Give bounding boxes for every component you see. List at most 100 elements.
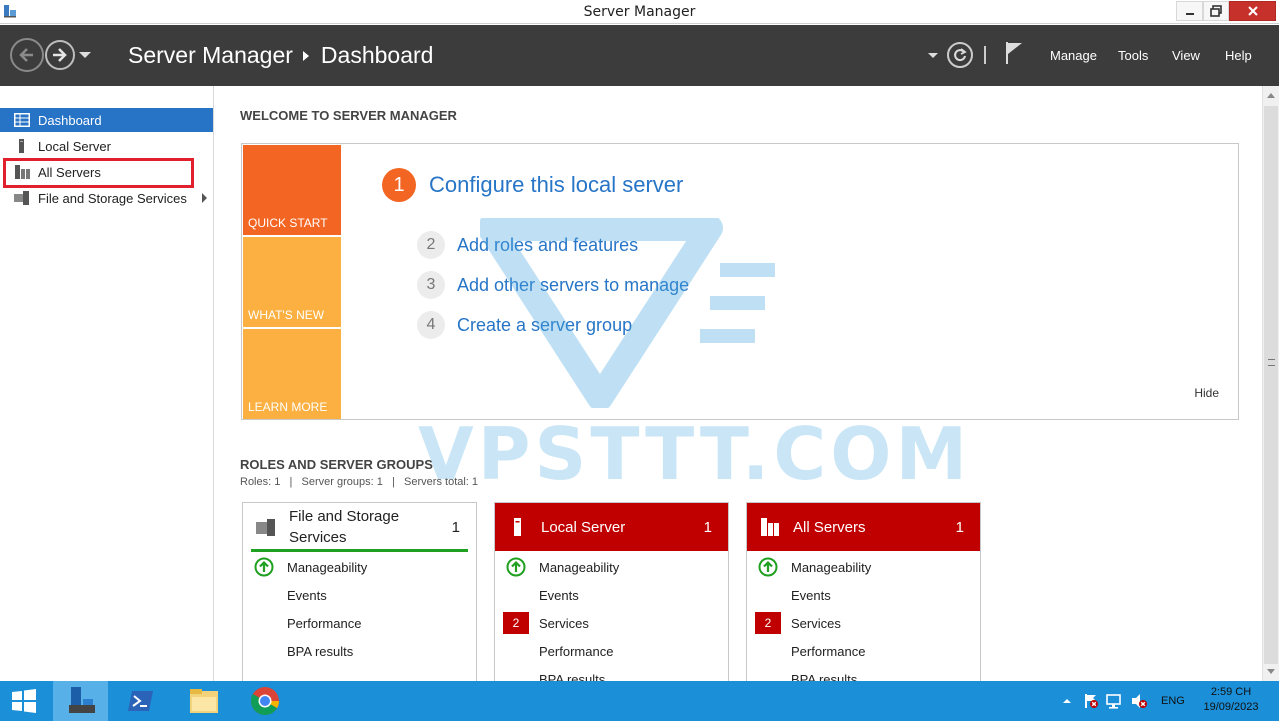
clock-time: 2:59 CH [1210, 686, 1252, 698]
row-label: Events [287, 587, 327, 603]
breadcrumb-root[interactable]: Server Manager [128, 42, 293, 69]
card-count: 1 [451, 518, 460, 536]
sidebar-item-file-storage[interactable]: File and Storage Services [0, 186, 213, 210]
status-ok-icon [251, 556, 277, 578]
minimize-icon [1185, 13, 1194, 15]
arrow-right-icon [53, 48, 67, 62]
card-row-services[interactable]: 2 Services [747, 612, 980, 634]
back-button[interactable] [10, 38, 44, 72]
card-header[interactable]: All Servers 1 [747, 503, 980, 551]
card-row-events[interactable]: Events [243, 584, 476, 606]
status-blank [503, 584, 529, 606]
card-row-performance[interactable]: Performance [495, 640, 728, 662]
card-row-bpa[interactable]: BPA results [495, 668, 728, 682]
row-label: Manageability [791, 559, 872, 575]
card-header[interactable]: File and Storage Services 1 [243, 503, 476, 551]
card-row-services[interactable]: 2 Services [495, 612, 728, 634]
menu-help[interactable]: Help [1225, 48, 1252, 63]
card-row-events[interactable]: Events [495, 584, 728, 606]
sidebar-item-dashboard[interactable]: Dashboard [0, 108, 213, 132]
minimize-button[interactable] [1176, 1, 1203, 21]
scroll-down-icon[interactable] [1267, 669, 1275, 674]
tray-volume[interactable] [1130, 681, 1148, 721]
row-label: Performance [539, 643, 614, 659]
breadcrumb-separator-icon [302, 50, 309, 61]
expand-arrow-icon[interactable] [202, 193, 207, 203]
file-storage-icon [14, 191, 29, 205]
status-blank [251, 612, 277, 634]
row-label: Performance [791, 643, 866, 659]
restore-icon [1210, 5, 1222, 17]
tray-network[interactable] [1106, 681, 1124, 721]
tray-clock[interactable]: 2:59 CH 19/09/2023 [1196, 685, 1266, 715]
local-server-icon [514, 518, 521, 536]
tray-action-center[interactable] [1083, 681, 1099, 721]
highlight-annotation [3, 158, 194, 188]
folder-icon [190, 689, 218, 713]
card-row-manageability[interactable]: Manageability [243, 556, 476, 578]
breadcrumb-current: Dashboard [320, 42, 434, 68]
role-card-all-servers[interactable]: All Servers 1 Manageability Events 2 Ser… [746, 502, 981, 681]
menu-tools[interactable]: Tools [1118, 48, 1148, 63]
vertical-scrollbar[interactable] [1262, 86, 1279, 681]
step-number: 3 [417, 271, 445, 299]
taskbar-file-explorer[interactable] [180, 681, 228, 721]
header-dropdown-icon[interactable] [928, 53, 938, 58]
sidebar-item-label: Dashboard [38, 112, 102, 128]
taskbar-chrome[interactable] [241, 681, 289, 721]
row-label: Events [791, 587, 831, 603]
status-ok-icon [755, 556, 781, 578]
window-title: Server Manager [583, 4, 696, 20]
status-blank [251, 584, 277, 606]
card-row-performance[interactable]: Performance [747, 640, 980, 662]
watermark-text: VPSTTT.COM [418, 412, 972, 496]
close-button[interactable] [1229, 1, 1276, 21]
tile-whats-new[interactable]: WHAT'S NEW [243, 237, 341, 327]
forward-button[interactable] [45, 40, 75, 70]
taskbar-server-manager[interactable] [53, 681, 108, 721]
row-label: Performance [287, 615, 362, 631]
windows-logo-icon [12, 689, 36, 713]
role-card-file-storage[interactable]: File and Storage Services 1 Manageabilit… [242, 502, 477, 681]
step-configure-local-server[interactable]: 1 Configure this local server [382, 168, 683, 202]
card-row-bpa[interactable]: BPA results [747, 668, 980, 682]
tile-quick-start[interactable]: QUICK START [243, 145, 341, 235]
start-button[interactable] [0, 681, 48, 721]
tray-overflow-button[interactable] [1062, 681, 1072, 721]
menu-view[interactable]: View [1172, 48, 1200, 63]
row-label: BPA results [539, 671, 606, 682]
card-count: 1 [703, 518, 712, 536]
status-ok-bar [251, 549, 468, 552]
history-dropdown-icon[interactable] [79, 52, 91, 58]
card-row-performance[interactable]: Performance [243, 612, 476, 634]
hide-link[interactable]: Hide [1194, 386, 1219, 400]
card-row-manageability[interactable]: Manageability [495, 556, 728, 578]
restore-button[interactable] [1203, 1, 1229, 21]
notifications-flag-icon[interactable] [1004, 41, 1024, 65]
sidebar-item-local-server[interactable]: Local Server [0, 134, 213, 158]
card-row-manageability[interactable]: Manageability [747, 556, 980, 578]
step-link[interactable]: Configure this local server [429, 172, 683, 198]
tile-learn-more[interactable]: LEARN MORE [243, 329, 341, 419]
card-row-events[interactable]: Events [747, 584, 980, 606]
status-blank [755, 640, 781, 662]
status-blank [503, 640, 529, 662]
close-icon [1247, 6, 1258, 16]
status-blank [755, 584, 781, 606]
row-label: Manageability [539, 559, 620, 575]
grip-icon [1268, 359, 1275, 366]
card-row-bpa[interactable]: BPA results [243, 640, 476, 662]
menu-manage[interactable]: Manage [1050, 48, 1097, 63]
taskbar-powershell[interactable] [117, 681, 165, 721]
tray-input-language[interactable]: ENG [1161, 681, 1185, 721]
refresh-button[interactable] [947, 42, 973, 68]
dashboard-icon [14, 113, 30, 127]
row-label: BPA results [791, 671, 858, 682]
welcome-heading: WELCOME TO SERVER MANAGER [240, 108, 457, 123]
roles-heading: ROLES AND SERVER GROUPS [240, 457, 433, 472]
card-header[interactable]: Local Server 1 [495, 503, 728, 551]
role-card-local-server[interactable]: Local Server 1 Manageability Events 2 Se… [494, 502, 729, 681]
scroll-up-icon[interactable] [1267, 93, 1275, 98]
scrollbar-thumb[interactable] [1264, 106, 1278, 664]
card-count: 1 [955, 518, 964, 536]
